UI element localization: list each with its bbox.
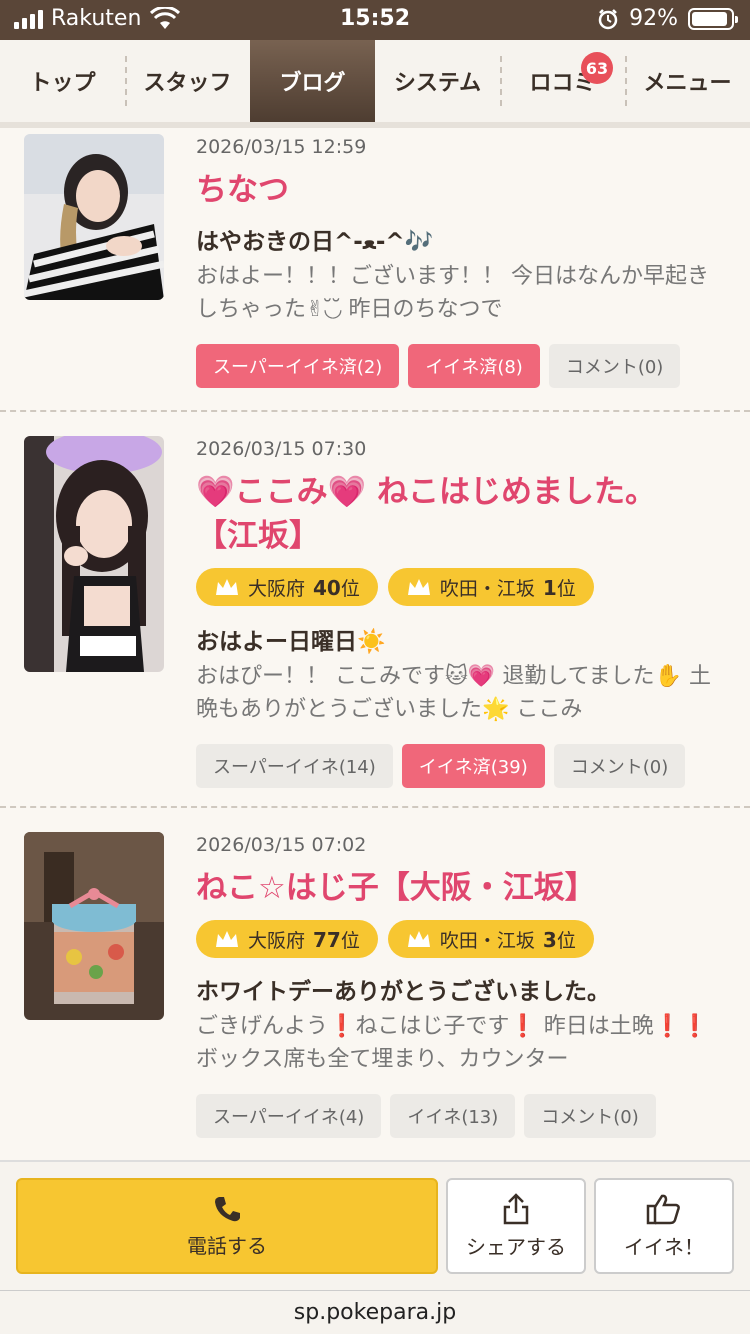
comment-button[interactable]: コメント(0)	[524, 1094, 656, 1138]
post-date: 2026/03/15 07:02	[196, 834, 367, 856]
rank-unit: 位	[340, 929, 360, 952]
post-thumbnail[interactable]	[24, 832, 164, 1020]
battery-percent: 92%	[629, 6, 678, 31]
call-label: 電話する	[187, 1233, 267, 1258]
tab-label: ブログ	[279, 71, 346, 96]
battery-icon	[688, 7, 738, 30]
comment-button[interactable]: コメント(0)	[548, 344, 681, 388]
rank-area: 吹田・江坂	[439, 929, 535, 952]
bottom-action-bar: 電話する シェアする イイネ！	[0, 1160, 750, 1290]
post-thumbnail[interactable]	[24, 436, 164, 672]
post-excerpt: おはぴー！！ ここみです🐱💗 退勤してました✋ 土晩もありがとうございました🌟 …	[196, 664, 711, 722]
rank-badge-area[interactable]: 吹田・江坂 1位	[387, 568, 594, 606]
share-icon	[503, 1192, 529, 1224]
crown-icon	[216, 579, 238, 595]
post-title[interactable]: 💗ここみ💗 ねこはじめました。 【江坂】	[196, 470, 726, 558]
like-page-label: イイネ！	[624, 1234, 704, 1259]
post-title-name: 💗ここみ💗	[196, 474, 367, 510]
post-excerpt: ごきげんよう❗️ねこはじ子です❗️ 昨日は土晩❗️❗️ ボックス席も全て埋まり、…	[196, 1014, 709, 1072]
photo-image	[24, 832, 164, 1020]
share-label: シェアする	[466, 1234, 566, 1259]
tab-label: システム	[393, 71, 482, 96]
post-date: 2026/03/15 07:30	[196, 438, 367, 460]
post-title-text: ねこはじめました。	[377, 474, 656, 510]
tab-staff[interactable]: スタッフ	[125, 40, 250, 122]
phone-icon	[215, 1196, 240, 1221]
like-page-button[interactable]: イイネ！	[594, 1178, 734, 1274]
status-bar: Rakuten 15:52 92%	[0, 0, 750, 40]
tab-top[interactable]: トップ	[0, 40, 125, 122]
rank-unit: 位	[556, 929, 576, 952]
super-like-button[interactable]: スーパーイイネ(4)	[196, 1094, 382, 1138]
rank-number: 1	[542, 575, 557, 600]
like-button[interactable]: イイネ(13)	[390, 1094, 516, 1138]
thumbs-up-icon	[646, 1194, 680, 1224]
super-like-button[interactable]: スーパーイイネ(14)	[196, 744, 393, 788]
post-excerpt: おはよー！！！ございます！！ 今日はなんか早起きしちゃった✌︎◟̆◞̆ 昨日のち…	[196, 264, 709, 322]
rank-badge-prefecture[interactable]: 大阪府 77位	[196, 920, 378, 958]
crown-icon	[407, 579, 430, 595]
nav-tabs: トップ スタッフ ブログ システム ロコミ 63 メニュー	[0, 40, 750, 128]
crown-icon	[407, 931, 430, 947]
rank-unit: 位	[556, 577, 576, 600]
rank-badge-area[interactable]: 吹田・江坂 3位	[387, 920, 594, 958]
like-button[interactable]: イイネ済(8)	[408, 344, 540, 388]
rank-number: 3	[542, 927, 557, 952]
blog-post[interactable]: 2026/03/15 12:59 ちなつ はやおきの日^-ﻌ-^🎶 おはよー！！…	[0, 134, 750, 412]
rank-number: 77	[313, 927, 341, 952]
rank-unit: 位	[340, 577, 360, 600]
post-title[interactable]: ちなつ	[196, 168, 726, 212]
tab-label: スタッフ	[143, 71, 232, 96]
alarm-icon	[598, 8, 618, 29]
super-like-button[interactable]: スーパーイイネ済(2)	[196, 344, 400, 388]
blog-feed[interactable]: 2026/03/15 12:59 ちなつ はやおきの日^-ﻌ-^🎶 おはよー！！…	[0, 134, 750, 1158]
post-subtitle: はやおきの日^-ﻌ-^🎶	[196, 229, 434, 255]
post-title[interactable]: ねこ☆はじ子【大阪・江坂】	[196, 866, 726, 910]
like-button[interactable]: イイネ済(39)	[401, 744, 545, 788]
tab-reviews[interactable]: ロコミ 63	[500, 40, 625, 122]
blog-post[interactable]: 2026/03/15 07:02 ねこ☆はじ子【大阪・江坂】 大阪府 77位 吹…	[0, 808, 750, 1158]
rank-area: 吹田・江坂	[439, 577, 535, 600]
tab-system[interactable]: システム	[375, 40, 500, 122]
crown-icon	[216, 931, 238, 947]
post-subtitle: ホワイトデーありがとうございました。	[196, 979, 610, 1005]
photo-image	[24, 436, 164, 672]
blog-post[interactable]: 2026/03/15 07:30 💗ここみ💗 ねこはじめました。 【江坂】 大阪…	[0, 412, 750, 808]
tab-label: メニュー	[643, 71, 732, 96]
reviews-count-badge: 63	[581, 52, 613, 84]
rank-area: 大阪府	[248, 929, 306, 952]
tab-blog[interactable]: ブログ	[250, 40, 375, 122]
rank-badge-prefecture[interactable]: 大阪府 40位	[196, 568, 378, 606]
photo-image	[24, 134, 164, 300]
tab-label: トップ	[29, 71, 96, 96]
post-thumbnail[interactable]	[24, 134, 164, 300]
address-bar[interactable]: sp.pokepara.jp	[0, 1290, 750, 1334]
rank-area: 大阪府	[248, 577, 306, 600]
call-button[interactable]: 電話する	[16, 1178, 438, 1274]
tab-menu[interactable]: メニュー	[625, 40, 750, 122]
rank-number: 40	[313, 575, 341, 600]
post-subtitle: おはよー日曜日☀️	[196, 629, 386, 655]
comment-button[interactable]: コメント(0)	[553, 744, 686, 788]
share-button[interactable]: シェアする	[446, 1178, 586, 1274]
battery-fill	[692, 11, 727, 26]
post-date: 2026/03/15 12:59	[196, 136, 367, 158]
post-title-area: 【江坂】	[196, 518, 320, 554]
